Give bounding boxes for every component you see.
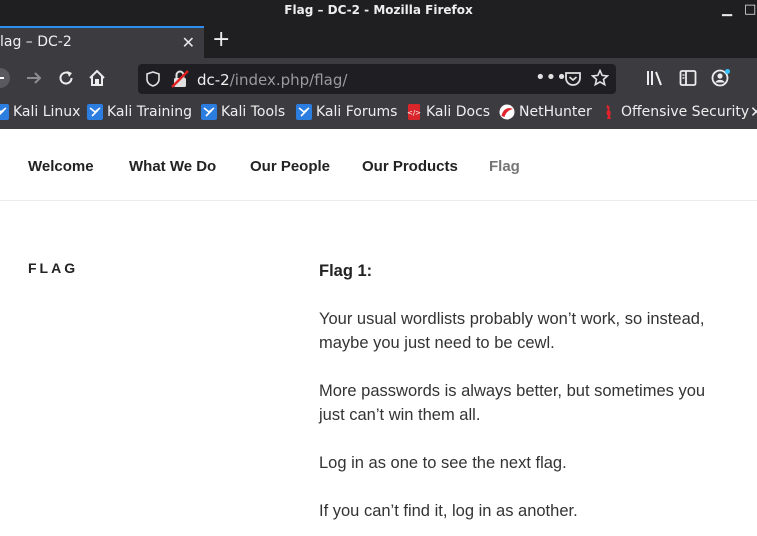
page-title: FLAG: [28, 260, 79, 276]
paragraph: If you can’t find it, log in as another.: [319, 502, 578, 520]
new-tab-icon[interactable]: +: [212, 29, 230, 51]
nav-flag[interactable]: Flag: [489, 158, 520, 175]
home-icon: [89, 69, 105, 86]
sidebar-icon[interactable]: [679, 69, 697, 87]
home-button[interactable]: [85, 58, 109, 98]
bookmark-label: Kali Docs: [426, 104, 491, 120]
nav-our-products[interactable]: Our Products: [362, 158, 458, 175]
close-tab-icon[interactable]: ✕: [182, 33, 195, 52]
url-bar[interactable]: dc-2/index.php/flag/ •••: [138, 64, 616, 94]
minimize-icon[interactable]: ▁: [722, 2, 732, 17]
paragraph: Your usual wordlists probably won’t work…: [319, 310, 705, 352]
site-navigation: Welcome What We Do Our People Our Produc…: [0, 129, 757, 201]
kali-icon: [0, 104, 9, 120]
bookmark-label: Kali Tools: [221, 104, 286, 120]
tab-label: lag – DC-2: [0, 34, 72, 50]
bookmark-label: NetHunter: [519, 104, 592, 120]
offsec-icon: [606, 105, 611, 119]
navigation-toolbar: dc-2/index.php/flag/ •••: [0, 58, 757, 98]
window-titlebar: Flag – DC-2 - Mozilla Firefox ▁ □: [0, 0, 757, 24]
bookmark-offensive-security[interactable]: Offensive Security: [601, 104, 749, 120]
kali-icon: [201, 104, 217, 120]
kali-docs-icon: </>: [407, 104, 421, 120]
back-button[interactable]: [0, 58, 14, 98]
bookmark-star-icon[interactable]: [591, 69, 609, 87]
bookmark-kali-forums[interactable]: Kali Forums: [296, 104, 397, 120]
reload-button[interactable]: [54, 58, 78, 98]
library-icon[interactable]: [646, 69, 666, 87]
paragraph: More passwords is always better, but som…: [319, 382, 706, 424]
bookmark-label: Offensive Security: [621, 104, 750, 120]
nethunter-icon: [499, 104, 515, 120]
bookmarks-overflow-icon[interactable]: ✕: [750, 103, 757, 121]
bookmark-label: Kali Training: [107, 104, 192, 120]
page-actions-icon[interactable]: •••: [535, 67, 567, 88]
insecure-lock-icon[interactable]: [170, 69, 190, 89]
kali-icon: [87, 104, 103, 120]
tab-flag[interactable]: lag – DC-2 ✕: [0, 26, 204, 58]
bookmark-kali-tools[interactable]: Kali Tools: [201, 104, 285, 120]
back-icon: [0, 68, 10, 88]
window-title: Flag – DC-2 - Mozilla Firefox: [284, 3, 473, 17]
url-text[interactable]: dc-2/index.php/flag/: [197, 71, 347, 89]
pocket-icon[interactable]: [564, 70, 582, 88]
nav-welcome[interactable]: Welcome: [28, 158, 94, 175]
url-path: /index.php/flag/: [229, 71, 348, 89]
reload-icon: [59, 71, 73, 85]
paragraph: Log in as one to see the next flag.: [319, 454, 567, 472]
web-page: Welcome What We Do Our People Our Produc…: [0, 129, 757, 536]
nav-what-we-do[interactable]: What We Do: [129, 158, 216, 175]
entry-content: Flag 1: Your usual wordlists probably wo…: [319, 259, 729, 536]
bookmark-label: Kali Linux: [13, 104, 81, 120]
account-icon[interactable]: [711, 68, 731, 88]
kali-icon: [296, 104, 312, 120]
nav-our-people[interactable]: Our People: [250, 158, 330, 175]
bookmark-kali-training[interactable]: Kali Training: [87, 104, 192, 120]
bookmark-label: Kali Forums: [316, 104, 398, 120]
bookmarks-toolbar: Kali Linux Kali Training Kali Tools Kali…: [0, 98, 757, 129]
bookmark-nethunter[interactable]: NetHunter: [499, 104, 592, 120]
forward-arrow-icon: [27, 72, 42, 84]
forward-button[interactable]: [22, 58, 46, 98]
flag-heading: Flag 1:: [319, 262, 373, 280]
svg-text:</>: </>: [407, 109, 421, 117]
tab-strip: lag – DC-2 ✕: [0, 24, 757, 58]
bookmark-kali-docs[interactable]: </> Kali Docs: [406, 104, 490, 120]
maximize-icon[interactable]: □: [744, 2, 756, 17]
shield-icon[interactable]: [146, 71, 160, 87]
url-host: dc-2: [197, 71, 230, 89]
bookmark-kali-linux[interactable]: Kali Linux: [0, 104, 80, 120]
